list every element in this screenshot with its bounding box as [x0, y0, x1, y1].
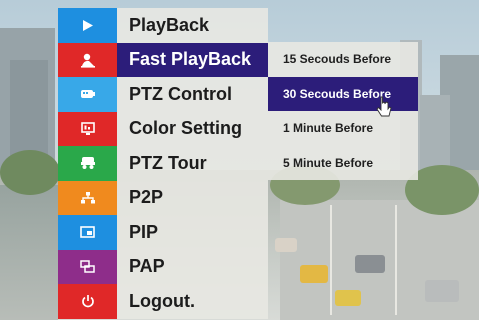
- menu-item-label: PTZ Tour: [117, 146, 268, 181]
- network-icon: [80, 191, 96, 205]
- icon-cell: [58, 8, 117, 43]
- menu-item-playback[interactable]: PlayBack: [58, 8, 268, 43]
- main-menu: PlayBack Fast PlayBack PTZ Control Color…: [58, 8, 268, 319]
- menu-item-label: Logout.: [117, 284, 268, 319]
- power-icon: [81, 294, 95, 308]
- menu-item-p2p[interactable]: P2P: [58, 180, 268, 215]
- icon-cell: [58, 284, 117, 319]
- menu-item-ptz-tour[interactable]: PTZ Tour: [58, 146, 268, 181]
- color-setting-icon: [80, 121, 95, 136]
- menu-item-label: PTZ Control: [117, 77, 268, 112]
- icon-cell: [58, 180, 117, 215]
- menu-item-logout[interactable]: Logout.: [58, 284, 268, 319]
- icon-cell: [58, 77, 117, 112]
- car: [300, 265, 328, 283]
- ptz-tour-icon: [80, 156, 96, 170]
- menu-item-pap[interactable]: PAP: [58, 249, 268, 284]
- tree: [0, 150, 60, 195]
- car: [335, 290, 361, 306]
- pip-icon: [80, 226, 95, 239]
- icon-cell: [58, 215, 117, 250]
- icon-cell: [58, 146, 117, 181]
- car: [275, 238, 297, 252]
- pap-icon: [80, 260, 95, 273]
- lane-marking: [330, 205, 332, 315]
- menu-item-label: PIP: [117, 215, 268, 250]
- car: [355, 255, 385, 273]
- icon-cell: [58, 42, 117, 77]
- fast-playback-submenu: 15 Secouds Before 30 Secouds Before 1 Mi…: [268, 42, 418, 180]
- menu-item-label: PlayBack: [117, 8, 268, 43]
- play-icon: [81, 19, 94, 32]
- icon-cell: [58, 111, 117, 146]
- menu-item-label: PAP: [117, 249, 268, 284]
- lane-marking: [395, 205, 397, 315]
- ptz-control-icon: [80, 88, 96, 100]
- roadside: [0, 185, 58, 320]
- menu-item-color-setting[interactable]: Color Setting: [58, 111, 268, 146]
- menu-item-label: P2P: [117, 180, 268, 215]
- submenu-item-15-seconds[interactable]: 15 Secouds Before: [268, 42, 418, 77]
- mouse-cursor-icon: [375, 96, 393, 120]
- menu-item-pip[interactable]: PIP: [58, 215, 268, 250]
- menu-item-fast-playback[interactable]: Fast PlayBack: [58, 42, 268, 77]
- building: [420, 95, 450, 175]
- fast-playback-icon: [80, 52, 96, 68]
- menu-item-label: Fast PlayBack: [117, 42, 268, 77]
- icon-cell: [58, 249, 117, 284]
- submenu-item-5-minutes[interactable]: 5 Minute Before: [268, 146, 418, 181]
- car: [425, 280, 459, 302]
- menu-item-ptz-control[interactable]: PTZ Control: [58, 77, 268, 112]
- submenu-item-30-seconds[interactable]: 30 Secouds Before: [268, 76, 418, 111]
- submenu-item-1-minute[interactable]: 1 Minute Before: [268, 111, 418, 146]
- menu-item-label: Color Setting: [117, 111, 268, 146]
